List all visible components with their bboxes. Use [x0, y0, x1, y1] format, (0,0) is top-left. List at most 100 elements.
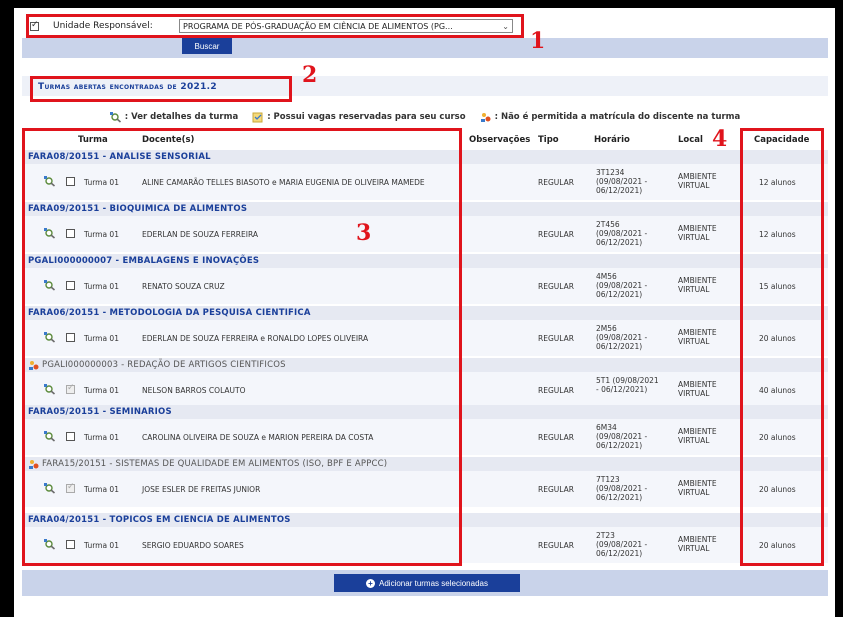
magnifier-detail-icon[interactable]	[44, 176, 56, 187]
magnifier-detail-icon[interactable]	[44, 280, 56, 291]
unidade-select[interactable]: PROGRAMA DE PÓS-GRADUAÇÃO EM CIÊNCIA DE …	[179, 19, 513, 33]
magnifier-detail-icon[interactable]	[44, 384, 56, 395]
horario-cell: (09/08/2021 -	[596, 177, 648, 186]
table-row: Turma 01 ALINE CAMARÃO TELLES BIASOTO e M…	[22, 164, 828, 200]
blocked-enrollment-icon	[29, 459, 39, 469]
magnifier-detail-icon[interactable]	[44, 483, 56, 494]
horario-cell: 06/12/2021)	[596, 238, 643, 247]
adicionar-turmas-label: Adicionar turmas selecionadas	[379, 578, 488, 588]
horario-cell: 4M56	[596, 272, 617, 281]
local-cell: AMBIENTE	[678, 479, 717, 488]
docente-cell: CAROLINA OLIVEIRA DE SOUZA e MARION PERE…	[142, 433, 374, 442]
select-turma-checkbox[interactable]	[66, 177, 75, 186]
group-header: FARA15/20151 - SISTEMAS DE QUALIDADE EM …	[22, 457, 828, 471]
local-cell: AMBIENTE	[678, 380, 717, 389]
tipo-cell: REGULAR	[538, 433, 574, 442]
local-cell: VIRTUAL	[678, 436, 710, 445]
group-code: PGALI000000003 - REDAÇÃO DE ARTIGOS CIEN…	[42, 360, 286, 370]
magnifier-detail-icon[interactable]	[44, 431, 56, 442]
window-frame-left	[0, 0, 14, 617]
tipo-cell: REGULAR	[538, 178, 574, 187]
turma-cell: Turma 01	[84, 386, 119, 395]
local-cell: AMBIENTE	[678, 535, 717, 544]
horario-cell: (09/08/2021 -	[596, 540, 648, 549]
col-capacidade: Capacidade	[754, 135, 810, 145]
horario-cell: (09/08/2021 -	[596, 432, 648, 441]
select-turma-checkbox[interactable]	[66, 229, 75, 238]
group-header: FARA04/20151 - TOPICOS EM CIENCIA DE ALI…	[22, 513, 828, 527]
search-button-bar: Buscar	[22, 38, 828, 58]
capacidade-cell: 40 alunos	[759, 386, 796, 395]
table-row: Turma 01 JOSE ESLER DE FREITAS JUNIOR REGU…	[22, 471, 828, 507]
group-code: FARA06/20151 - METODOLOGIA DA PESQUISA C…	[28, 308, 311, 318]
table-row: Turma 01 EDERLAN DE SOUZA FERREIRA REGULAR…	[22, 216, 828, 252]
docente-cell: ALINE CAMARÃO TELLES BIASOTO e MARIA EUG…	[142, 178, 425, 187]
capacidade-cell: 20 alunos	[759, 334, 796, 343]
group-header: FARA05/20151 - SEMINARIOS	[22, 405, 828, 419]
col-tipo: Tipo	[538, 135, 559, 145]
capacidade-cell: 20 alunos	[759, 433, 796, 442]
capacidade-cell: 12 alunos	[759, 178, 796, 187]
select-turma-checkbox	[66, 482, 75, 493]
capacidade-cell: 20 alunos	[759, 541, 796, 550]
col-docentes: Docente(s)	[142, 135, 195, 145]
blocked-enrollment-icon	[480, 112, 491, 122]
horario-cell: 06/12/2021)	[596, 290, 643, 299]
table-row: Turma 01 EDERLAN DE SOUZA FERREIRA e RONA…	[22, 320, 828, 356]
group-code: FARA09/20151 - BIOQUIMICA DE ALIMENTOS	[28, 204, 248, 214]
group-header: FARA06/20151 - METODOLOGIA DA PESQUISA C…	[22, 306, 828, 320]
group-code: FARA15/20151 - SISTEMAS DE QUALIDADE EM …	[42, 459, 388, 469]
blocked-enrollment-icon	[29, 360, 39, 370]
unidade-checkbox[interactable]	[30, 20, 39, 31]
horario-cell: (09/08/2021 -	[596, 484, 648, 493]
annotation-number-3: 3	[356, 220, 372, 246]
tipo-cell: REGULAR	[538, 541, 574, 550]
horario-cell: 06/12/2021)	[596, 549, 643, 558]
local-cell: AMBIENTE	[678, 172, 717, 181]
magnifier-detail-icon[interactable]	[44, 539, 56, 550]
select-turma-checkbox[interactable]	[66, 540, 75, 549]
group-code: FARA04/20151 - TOPICOS EM CIENCIA DE ALI…	[28, 515, 291, 525]
local-cell: VIRTUAL	[678, 181, 710, 190]
group-header: FARA09/20151 - BIOQUIMICA DE ALIMENTOS	[22, 202, 828, 216]
col-horario: Horário	[594, 135, 630, 145]
table-header: Turma Docente(s) Observações Tipo Horári…	[22, 132, 828, 148]
local-cell: AMBIENTE	[678, 224, 717, 233]
group-code: FARA05/20151 - SEMINARIOS	[28, 407, 172, 417]
magnifier-detail-icon[interactable]	[44, 332, 56, 343]
adicionar-turmas-button[interactable]: + Adicionar turmas selecionadas	[334, 574, 520, 592]
horario-cell: 2T23	[596, 531, 615, 540]
group-code: PGALI000000007 - EMBALAGENS E INOVAÇÕES	[28, 256, 260, 266]
table-row: Turma 01 SERGIO EDUARDO SOARES REGULAR 2T23…	[22, 527, 828, 563]
table-row: Turma 01 CAROLINA OLIVEIRA DE SOUZA e MAR…	[22, 419, 828, 455]
docente-cell: JOSE ESLER DE FREITAS JUNIOR	[142, 485, 261, 494]
select-turma-checkbox[interactable]	[66, 333, 75, 342]
group-header: FARA08/20151 - ANALISE SENSORIAL	[22, 150, 828, 164]
select-turma-checkbox[interactable]	[66, 432, 75, 441]
group-header: PGALI000000007 - EMBALAGENS E INOVAÇÕES	[22, 254, 828, 268]
docente-cell: NELSON BARROS COLAUTO	[142, 386, 246, 395]
docente-cell: EDERLAN DE SOUZA FERREIRA	[142, 230, 258, 239]
horario-cell: 2M56	[596, 324, 617, 333]
select-turma-checkbox[interactable]	[66, 281, 75, 290]
horario-cell: 06/12/2021)	[596, 493, 643, 502]
horario-cell: 5T1 (09/08/2021	[596, 376, 659, 385]
plus-circle-icon: +	[366, 578, 376, 588]
capacidade-cell: 20 alunos	[759, 485, 796, 494]
docente-cell: RENATO SOUZA CRUZ	[142, 282, 225, 291]
docente-cell: EDERLAN DE SOUZA FERREIRA e RONALDO LOPE…	[142, 334, 369, 343]
local-cell: VIRTUAL	[678, 337, 710, 346]
select-turma-checkbox	[66, 383, 75, 394]
capacidade-cell: 12 alunos	[759, 230, 796, 239]
col-turma: Turma	[78, 135, 108, 145]
magnifier-detail-icon[interactable]	[44, 228, 56, 239]
footer-spacer	[22, 596, 828, 617]
horario-cell: (09/08/2021 -	[596, 229, 648, 238]
unidade-select-value: PROGRAMA DE PÓS-GRADUAÇÃO EM CIÊNCIA DE …	[183, 21, 453, 31]
tipo-cell: REGULAR	[538, 334, 574, 343]
local-cell: AMBIENTE	[678, 276, 717, 285]
local-cell: VIRTUAL	[678, 389, 710, 398]
buscar-button[interactable]: Buscar	[182, 38, 232, 54]
group-code: FARA08/20151 - ANALISE SENSORIAL	[28, 152, 211, 162]
legend-vagas-reservadas-label: : Possui vagas reservadas para seu curso	[267, 112, 466, 122]
